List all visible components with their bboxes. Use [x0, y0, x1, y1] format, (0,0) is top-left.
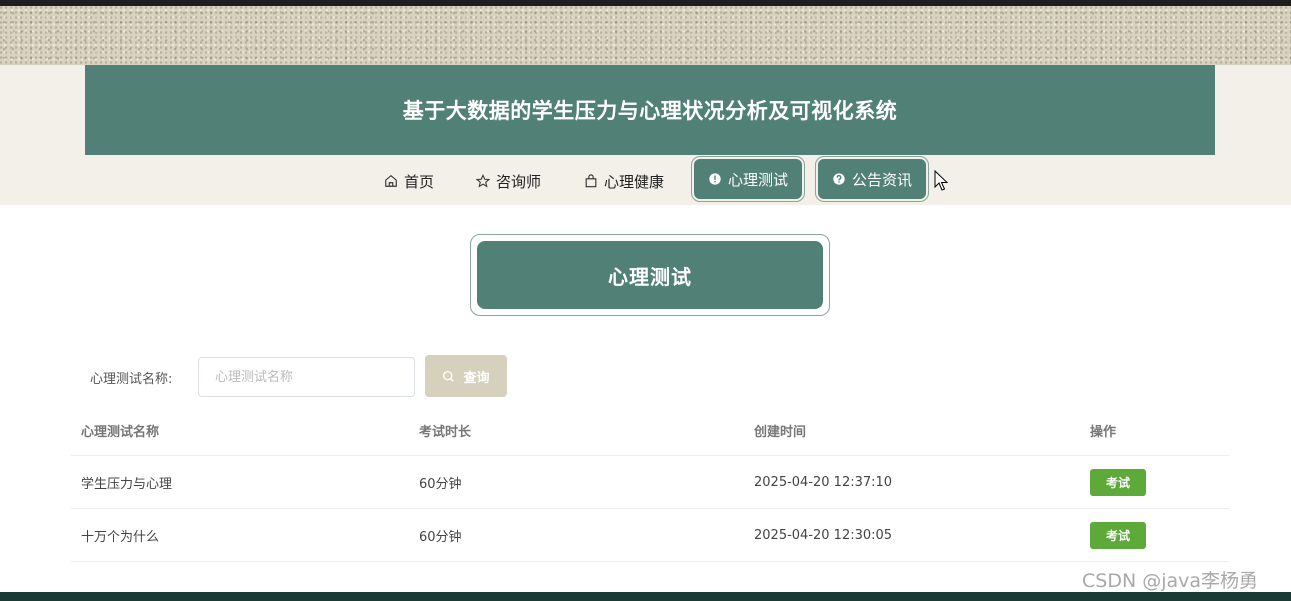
- cell-test-name: 十万个为什么: [71, 508, 409, 562]
- question-circle-icon: [833, 173, 845, 185]
- header-test-name: 心理测试名称: [71, 405, 409, 456]
- cell-test-name: 学生压力与心理: [71, 455, 409, 509]
- cell-created-time: 2025-04-20 12:37:10: [744, 455, 1080, 509]
- search-label: 心理测试名称:: [90, 372, 173, 387]
- section-title-frame: 心理测试: [470, 234, 830, 316]
- take-exam-button[interactable]: 考试: [1090, 468, 1146, 496]
- textured-header-background: [0, 6, 1291, 65]
- site-banner: 基于大数据的学生压力与心理状况分析及可视化系统: [85, 65, 1215, 155]
- info-circle-icon: [709, 173, 721, 185]
- table-row: 十万个为什么 60分钟 2025-04-20 12:30:05 考试: [71, 508, 1229, 562]
- header-duration: 考试时长: [409, 405, 744, 456]
- home-icon: [385, 175, 397, 187]
- cell-duration: 60分钟: [409, 508, 744, 562]
- search-icon: [443, 370, 455, 382]
- bag-icon: [585, 174, 597, 188]
- search-input[interactable]: [198, 357, 415, 397]
- table-row: 学生压力与心理 60分钟 2025-04-20 12:37:10 考试: [71, 455, 1229, 509]
- star-icon: [476, 174, 490, 188]
- take-exam-button[interactable]: 考试: [1090, 521, 1146, 549]
- nav-item-label: 心理健康: [604, 172, 665, 191]
- nav-item-announcements[interactable]: 公告资讯: [818, 159, 927, 199]
- footer-strip: [0, 592, 1291, 601]
- nav-item-psych-test[interactable]: 心理测试: [694, 159, 803, 199]
- watermark: CSDN @java李杨勇: [1082, 570, 1259, 592]
- site-title: 基于大数据的学生压力与心理状况分析及可视化系统: [402, 99, 898, 123]
- cell-duration: 60分钟: [409, 455, 744, 509]
- section-title: 心理测试: [477, 241, 823, 309]
- cell-created-time: 2025-04-20 12:30:05: [744, 508, 1080, 562]
- nav-item-counselor[interactable]: 咨询师: [476, 161, 541, 201]
- nav-item-label: 咨询师: [496, 172, 542, 191]
- nav-item-mental-health[interactable]: 心理健康: [584, 161, 664, 201]
- test-table: 心理测试名称 考试时长 创建时间 操作 学生压力与心理 60分钟 2025-04…: [71, 405, 1229, 562]
- main-nav: 首页 咨询师 心理健康 心理测试 公告资讯: [0, 157, 1291, 205]
- cell-actions: 考试: [1080, 508, 1229, 562]
- nav-item-label: 公告资讯: [852, 170, 913, 189]
- header-actions: 操作: [1080, 405, 1229, 456]
- mouse-cursor-icon: [934, 170, 949, 191]
- table-header-row: 心理测试名称 考试时长 创建时间 操作: [71, 405, 1229, 456]
- nav-item-home[interactable]: 首页: [384, 161, 434, 201]
- header-created-time: 创建时间: [744, 405, 1080, 456]
- cell-actions: 考试: [1080, 455, 1229, 509]
- nav-item-label: 心理测试: [728, 170, 789, 189]
- nav-item-label: 首页: [404, 172, 435, 191]
- search-button[interactable]: 查询: [425, 355, 507, 397]
- search-button-label: 查询: [463, 370, 490, 386]
